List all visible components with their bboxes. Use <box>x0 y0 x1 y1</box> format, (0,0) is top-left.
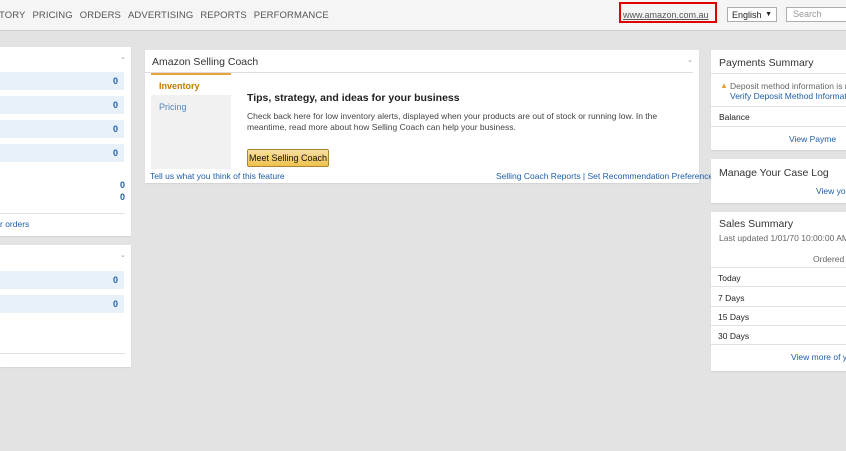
main-nav: TORY PRICING ORDERS ADVERTISING REPORTS … <box>0 0 336 30</box>
last-updated: Last updated 1/01/70 10:00:00 AM <box>719 233 846 243</box>
meet-selling-coach-button[interactable]: Meet Selling Coach <box>247 149 329 167</box>
widget-title: Sales Summary <box>719 218 794 230</box>
warning-icon: ▲ <box>720 81 728 90</box>
balance-label: Balance <box>719 112 750 122</box>
nav-orders[interactable]: ORDERS <box>80 10 121 21</box>
selling-coach-widget: Amazon Selling Coach ⌄ Inventory Pricing… <box>145 50 717 183</box>
nav-advertising[interactable]: ADVERTISING <box>128 10 193 21</box>
orders-widget: ⌄ 0 0 0 0 0 0 r orders <box>0 47 131 236</box>
tab-inventory[interactable]: Inventory <box>151 73 231 95</box>
view-orders-link[interactable]: r orders <box>0 219 29 229</box>
coach-tabs: Inventory Pricing <box>151 73 231 169</box>
order-count[interactable]: 0 <box>120 180 125 190</box>
view-cases-link[interactable]: View yo <box>816 186 846 196</box>
verify-deposit-link[interactable]: Verify Deposit Method Information <box>730 91 846 101</box>
order-row[interactable]: 0 <box>0 144 124 163</box>
collapse-icon[interactable]: ⌄ <box>687 56 693 64</box>
sales-row-today: Today <box>718 273 741 283</box>
divider <box>0 353 125 354</box>
list-row[interactable]: 0 <box>0 271 124 290</box>
divider <box>711 267 846 268</box>
coach-heading: Tips, strategy, and ideas for your busin… <box>247 92 460 104</box>
divider <box>0 213 125 214</box>
order-row[interactable]: 0 <box>0 120 124 139</box>
widget-title: Payments Summary <box>719 57 814 69</box>
sales-row-7days: 7 Days <box>718 293 745 303</box>
language-select[interactable]: English ▼ <box>727 7 777 22</box>
divider <box>711 325 846 326</box>
divider <box>711 344 846 345</box>
search-input[interactable]: Search <box>786 7 846 22</box>
widget-title: Amazon Selling Coach <box>152 56 259 68</box>
collapse-icon[interactable]: ⌄ <box>120 53 126 61</box>
top-navigation-bar: TORY PRICING ORDERS ADVERTISING REPORTS … <box>0 0 846 31</box>
row-count[interactable]: 0 <box>113 299 118 309</box>
row-count[interactable]: 0 <box>113 275 118 285</box>
order-count[interactable]: 0 <box>113 100 118 110</box>
sales-row-30days: 30 Days <box>718 331 750 341</box>
divider <box>711 73 846 74</box>
order-row[interactable]: 0 <box>0 72 124 91</box>
list-row[interactable]: 0 <box>0 295 124 314</box>
view-payments-link[interactable]: View Payme <box>789 134 836 144</box>
nav-inventory[interactable]: TORY <box>0 10 25 21</box>
order-count[interactable]: 0 <box>113 124 118 134</box>
nav-pricing[interactable]: PRICING <box>32 10 72 21</box>
collapse-icon[interactable]: ⌄ <box>120 251 126 259</box>
order-count[interactable]: 0 <box>113 76 118 86</box>
marketplace-link[interactable]: www.amazon.com.au <box>623 10 709 20</box>
payments-summary-widget: Payments Summary ▲ Deposit method inform… <box>711 50 846 150</box>
sales-row-15days: 15 Days <box>718 312 750 322</box>
order-count[interactable]: 0 <box>113 148 118 158</box>
coach-reports-link[interactable]: Selling Coach Reports | Set Recommendati… <box>496 171 717 181</box>
case-log-widget: Manage Your Case Log View yo <box>711 159 846 203</box>
divider <box>711 126 846 127</box>
feedback-link[interactable]: Tell us what you think of this feature <box>150 171 285 181</box>
tab-pricing[interactable]: Pricing <box>151 99 231 121</box>
divider <box>711 306 846 307</box>
language-value: English <box>732 9 762 20</box>
sales-summary-widget: Sales Summary Last updated 1/01/70 10:00… <box>711 212 846 371</box>
second-widget: ⌄ 0 0 <box>0 245 131 367</box>
divider <box>711 286 846 287</box>
deposit-alert: Deposit method information is mis <box>730 81 846 91</box>
nav-performance[interactable]: PERFORMANCE <box>254 10 329 21</box>
order-count[interactable]: 0 <box>120 192 125 202</box>
coach-body-text: Check back here for low inventory alerts… <box>247 111 658 132</box>
ordered-column-header: Ordered <box>813 254 845 264</box>
order-row[interactable]: 0 <box>0 96 124 115</box>
view-more-sales-link[interactable]: View more of y <box>791 352 846 362</box>
nav-reports[interactable]: REPORTS <box>200 10 246 21</box>
widget-title: Manage Your Case Log <box>719 167 829 179</box>
divider <box>711 106 846 107</box>
dropdown-arrow-icon: ▼ <box>765 11 772 18</box>
